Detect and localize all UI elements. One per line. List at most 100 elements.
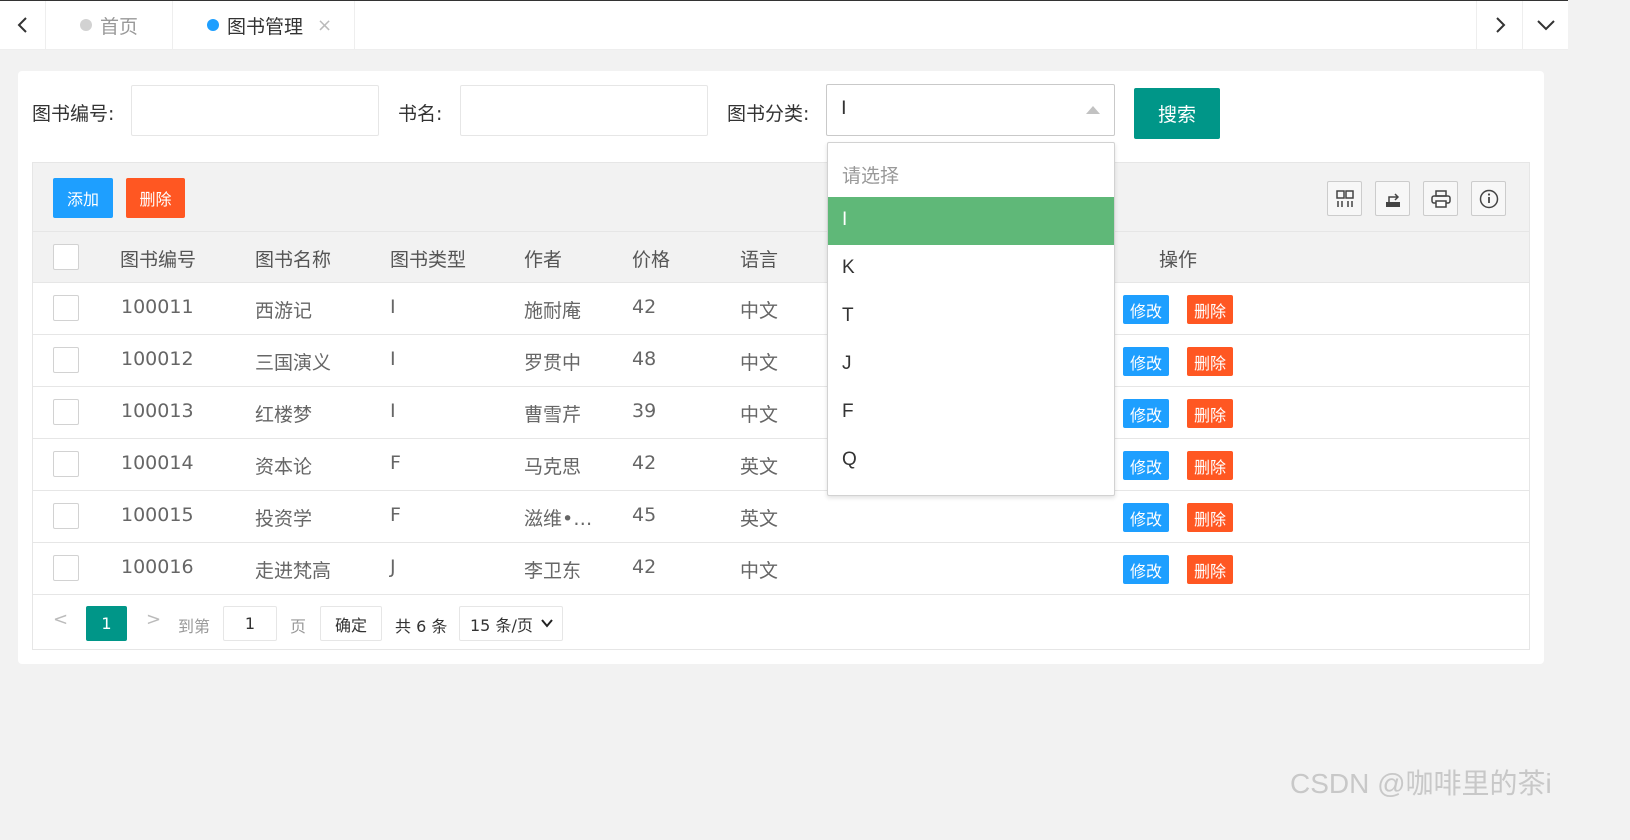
pagination: < 1 > 到第 1 页 确定 共 6 条 15 条/页	[33, 597, 1529, 649]
chevron-down-icon	[1536, 20, 1555, 31]
dropdown-option[interactable]: J	[828, 341, 1114, 389]
cell-book-name: 走进梵高	[255, 560, 332, 582]
cell-author: 施耐庵	[524, 300, 582, 322]
category-select[interactable]: I	[826, 84, 1115, 136]
total-count: 共 6 条	[395, 617, 448, 636]
cell-book-type: I	[390, 296, 396, 318]
cell-book-name: 西游记	[255, 300, 313, 322]
prev-page-button[interactable]: <	[53, 609, 68, 630]
cell-book-type: I	[390, 348, 396, 370]
row-checkbox[interactable]	[53, 555, 79, 581]
info-icon[interactable]	[1471, 181, 1506, 216]
header-author[interactable]: 作者	[524, 245, 562, 272]
cell-book-name: 三国演义	[255, 352, 332, 374]
next-page-button[interactable]: >	[146, 609, 161, 630]
tab-bar: 首页 图书管理 ×	[0, 0, 1568, 50]
book-id-label: 图书编号:	[32, 103, 115, 125]
close-icon[interactable]: ×	[317, 15, 332, 36]
row-delete-button[interactable]: 删除	[1187, 347, 1233, 376]
watermark: CSDN @咖啡里的茶i	[1290, 768, 1552, 799]
page-size-select[interactable]: 15 条/页	[459, 606, 563, 641]
tab-label: 首页	[100, 15, 139, 38]
info-glyph	[1479, 189, 1498, 208]
cell-book-type: J	[390, 556, 396, 578]
cell-language: 中文	[740, 560, 779, 582]
cell-author: 曹雪芹	[524, 404, 582, 426]
table-row: 100012 三国演义 I 罗贯中 48 中文 修改 删除	[33, 335, 1529, 387]
cell-book-id: 100011	[121, 296, 194, 318]
dropdown-option[interactable]: F	[828, 389, 1114, 437]
row-delete-button[interactable]: 删除	[1187, 295, 1233, 324]
category-label: 图书分类:	[727, 103, 810, 125]
cell-author: 罗贯中	[524, 352, 582, 374]
cell-book-id: 100016	[121, 556, 194, 578]
row-delete-button[interactable]: 删除	[1187, 503, 1233, 532]
book-id-input[interactable]	[131, 85, 379, 136]
tab-scroll-right-button[interactable]	[1476, 1, 1522, 49]
cell-language: 英文	[740, 508, 779, 530]
row-delete-button[interactable]: 删除	[1187, 555, 1233, 584]
edit-button[interactable]: 修改	[1123, 451, 1169, 480]
table-row: 100015 投资学 F 滋维•… 45 英文 修改 删除	[33, 491, 1529, 543]
row-checkbox[interactable]	[53, 399, 79, 425]
row-delete-button[interactable]: 删除	[1187, 399, 1233, 428]
goto-page-input[interactable]: 1	[223, 606, 277, 641]
header-book-type[interactable]: 图书类型	[390, 245, 466, 272]
cell-price: 42	[632, 296, 657, 318]
chevron-right-icon	[1495, 17, 1505, 33]
edit-button[interactable]: 修改	[1123, 503, 1169, 532]
tab-scroll-left-button[interactable]	[0, 1, 46, 49]
cell-price: 42	[632, 556, 657, 578]
search-form: 图书编号: 书名: 图书分类: I 搜索	[18, 71, 1544, 151]
columns-icon[interactable]	[1327, 181, 1362, 216]
add-button[interactable]: 添加	[53, 178, 113, 218]
cell-price: 42	[632, 452, 657, 474]
header-actions: 操作	[1159, 249, 1198, 271]
dropdown-option[interactable]: I	[828, 197, 1114, 245]
cell-book-id: 100015	[121, 504, 194, 526]
table-row: 100016 走进梵高 J 李卫东 42 中文 修改 删除	[33, 543, 1529, 595]
header-book-id[interactable]: 图书编号	[120, 245, 196, 272]
row-checkbox[interactable]	[53, 295, 79, 321]
edit-button[interactable]: 修改	[1123, 347, 1169, 376]
goto-confirm-button[interactable]: 确定	[320, 606, 382, 641]
dropdown-option-placeholder[interactable]: 请选择	[828, 149, 1114, 197]
tab-book-management[interactable]: 图书管理 ×	[173, 1, 356, 49]
row-checkbox[interactable]	[53, 503, 79, 529]
export-icon[interactable]	[1375, 181, 1410, 216]
dropdown-option[interactable]: Q	[828, 437, 1114, 485]
header-price[interactable]: 价格	[632, 245, 670, 272]
dropdown-option[interactable]: T	[828, 293, 1114, 341]
tab-home[interactable]: 首页	[46, 1, 174, 49]
category-selected-value: I	[841, 97, 847, 119]
row-delete-button[interactable]: 删除	[1187, 451, 1233, 480]
batch-delete-button[interactable]: 删除	[126, 178, 185, 218]
edit-button[interactable]: 修改	[1123, 555, 1169, 584]
row-checkbox[interactable]	[53, 347, 79, 373]
cell-book-id: 100012	[121, 348, 194, 370]
cell-price: 48	[632, 348, 657, 370]
edit-button[interactable]: 修改	[1123, 399, 1169, 428]
cell-language: 英文	[740, 456, 779, 478]
header-language[interactable]: 语言	[740, 245, 778, 272]
tab-menu-button[interactable]	[1522, 1, 1568, 49]
main-card: 图书编号: 书名: 图书分类: I 搜索 添加 删除 图书编号 图书名称 图书类…	[18, 71, 1544, 664]
dropdown-option[interactable]: K	[828, 245, 1114, 293]
select-all-checkbox[interactable]	[53, 244, 79, 270]
book-name-input[interactable]	[460, 85, 708, 136]
cell-book-type: F	[390, 504, 401, 526]
print-icon[interactable]	[1423, 181, 1458, 216]
row-checkbox[interactable]	[53, 451, 79, 477]
book-table: 添加 删除 图书编号 图书名称 图书类型 作者 价格 语言 操作 100011 …	[32, 162, 1530, 650]
category-dropdown: 请选择 I K T J F Q	[827, 142, 1115, 496]
chevron-left-icon	[17, 17, 27, 33]
search-button[interactable]: 搜索	[1134, 88, 1220, 139]
print-glyph	[1430, 189, 1451, 208]
edit-button[interactable]: 修改	[1123, 295, 1169, 324]
page-1-button[interactable]: 1	[86, 606, 127, 641]
cell-book-type: F	[390, 452, 401, 474]
cell-price: 39	[632, 400, 657, 422]
cell-book-name: 资本论	[255, 456, 313, 478]
header-book-name[interactable]: 图书名称	[255, 245, 331, 272]
columns-glyph	[1335, 189, 1354, 207]
